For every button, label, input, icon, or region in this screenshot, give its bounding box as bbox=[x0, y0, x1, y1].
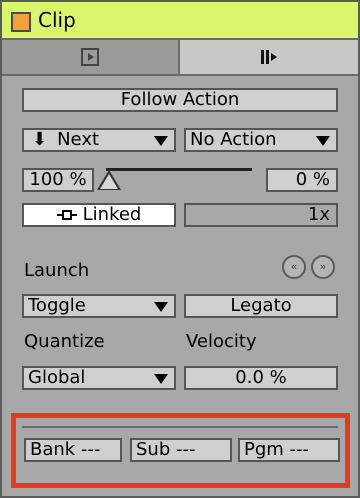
panel-title: Clip bbox=[38, 8, 76, 32]
clip-color-swatch[interactable] bbox=[11, 12, 31, 32]
chevron-down-icon bbox=[154, 136, 168, 146]
linked-label: Linked bbox=[82, 204, 142, 225]
quantize-label: Quantize bbox=[24, 331, 105, 352]
velocity-label: Velocity bbox=[186, 331, 257, 352]
follow-action-header: Follow Action bbox=[22, 88, 338, 112]
launch-mode-dropdown[interactable]: Toggle bbox=[22, 294, 176, 318]
legato-button[interactable]: Legato bbox=[184, 294, 338, 318]
previous-icon[interactable]: « bbox=[282, 255, 306, 279]
chance-a-field[interactable]: 100 % bbox=[22, 168, 94, 192]
tab-strip bbox=[2, 40, 358, 76]
tab-clip-main[interactable] bbox=[2, 40, 180, 74]
chance-slider-track[interactable] bbox=[106, 168, 252, 171]
sub-field[interactable]: Sub --- bbox=[130, 438, 232, 462]
follow-action-b-value: No Action bbox=[190, 129, 277, 150]
velocity-field[interactable]: 0.0 % bbox=[184, 366, 338, 390]
follow-action-icon bbox=[261, 50, 277, 64]
divider bbox=[22, 426, 338, 428]
quantize-value: Global bbox=[28, 367, 86, 388]
play-triangle-icon bbox=[81, 48, 99, 66]
multiplier-field[interactable]: 1x bbox=[184, 203, 338, 227]
chevron-down-icon bbox=[154, 302, 168, 312]
launch-label: Launch bbox=[24, 260, 90, 281]
bank-field[interactable]: Bank --- bbox=[24, 438, 122, 462]
pgm-field[interactable]: Pgm --- bbox=[238, 438, 340, 462]
chance-b-field[interactable]: 0 % bbox=[266, 168, 338, 192]
launch-mode-value: Toggle bbox=[28, 295, 86, 316]
next-icon[interactable]: » bbox=[311, 255, 335, 279]
linked-toggle[interactable]: Linked bbox=[22, 203, 176, 227]
quantize-dropdown[interactable]: Global bbox=[22, 366, 176, 390]
clip-panel: Clip Follow Action ⬇ Next No Action 100 … bbox=[0, 0, 360, 498]
follow-action-b-dropdown[interactable]: No Action bbox=[184, 128, 338, 152]
tab-follow-action[interactable] bbox=[180, 40, 358, 74]
follow-action-a-value: Next bbox=[57, 129, 100, 150]
title-bar: Clip bbox=[2, 2, 358, 40]
chevron-down-icon bbox=[154, 374, 168, 384]
chance-slider-thumb-fill bbox=[100, 174, 118, 189]
link-icon bbox=[56, 209, 77, 221]
down-arrow-icon: ⬇ bbox=[32, 129, 48, 150]
chevron-down-icon bbox=[316, 136, 330, 146]
follow-action-a-dropdown[interactable]: ⬇ Next bbox=[22, 128, 176, 152]
